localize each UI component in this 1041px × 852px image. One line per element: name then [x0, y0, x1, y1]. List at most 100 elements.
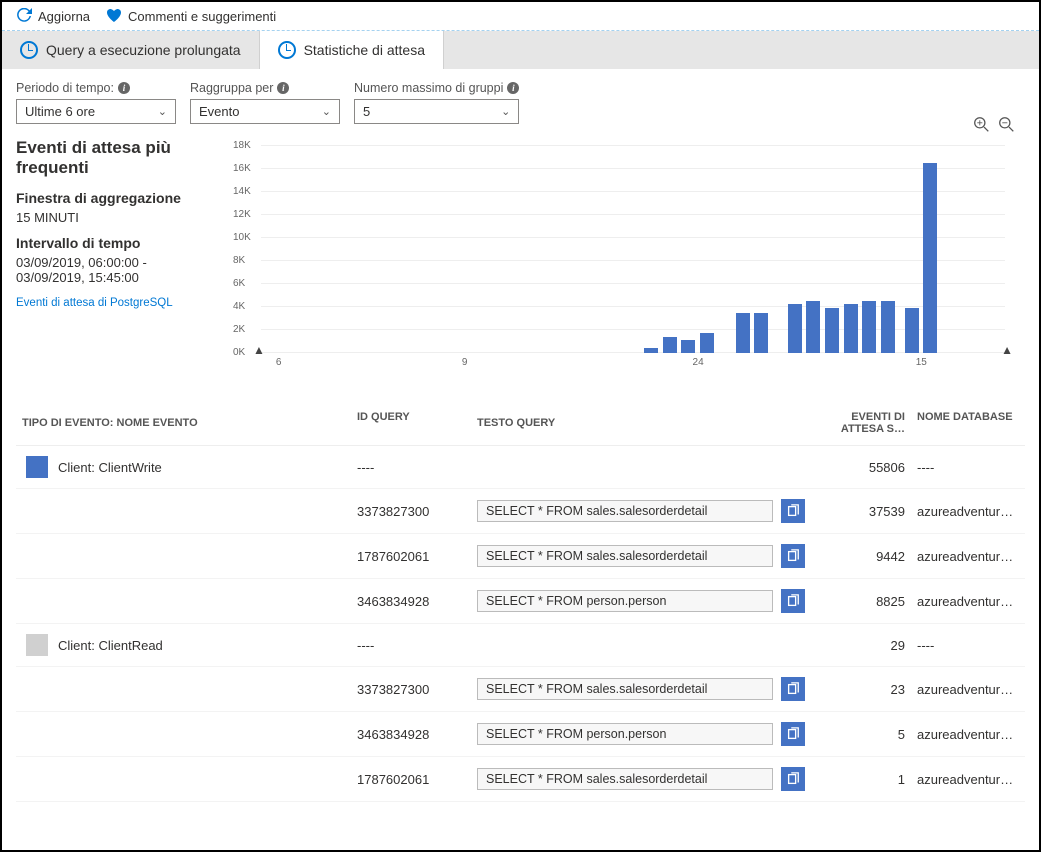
chart-bar[interactable] — [663, 337, 677, 353]
zoom-out-icon[interactable] — [998, 116, 1015, 133]
query-id: 3463834928 — [351, 594, 471, 609]
chart-bar[interactable] — [788, 304, 802, 353]
chart-bar[interactable] — [700, 333, 714, 353]
table-group-row[interactable]: Client: ClientRead----29---- — [16, 624, 1025, 667]
range-handle-left[interactable]: ▲ — [253, 343, 265, 357]
query-text[interactable]: SELECT * FROM person.person — [477, 723, 773, 745]
chart-bar[interactable] — [644, 348, 658, 353]
x-tick: 9 — [462, 357, 468, 368]
col-wait-events[interactable]: EVENTI DI ATTESA S… — [811, 411, 911, 435]
clock-icon — [20, 41, 38, 59]
color-swatch — [26, 456, 48, 478]
table-row[interactable]: 3463834928 SELECT * FROM person.person 5az… — [16, 712, 1025, 757]
table-row[interactable]: 3373827300SELECT * FROM sales.salesorder… — [16, 489, 1025, 534]
time-period-label: Periodo di tempo: — [16, 81, 114, 95]
col-database-name[interactable]: NOME DATABASE — [911, 411, 1025, 435]
info-icon[interactable]: i — [277, 82, 289, 94]
filter-time-period: Periodo di tempo: i Ultime 6 ore ⌄ — [16, 81, 176, 124]
db-cell: ---- — [911, 638, 1025, 653]
tab-long-running-queries[interactable]: Query a esecuzione prolungata — [2, 31, 260, 69]
query-id: 1787602061 — [351, 549, 471, 564]
time-period-select[interactable]: Ultime 6 ore ⌄ — [16, 99, 176, 124]
side-panel: Eventi di attesa più frequenti Finestra … — [16, 138, 211, 371]
x-tick: 15 — [916, 357, 927, 368]
chart-bar[interactable] — [923, 163, 937, 353]
chart-bar[interactable] — [681, 340, 695, 353]
chart-bar[interactable] — [905, 308, 919, 353]
wait-cell: 55806 — [811, 460, 911, 475]
col-query-text[interactable]: TESTO QUERY — [471, 411, 811, 435]
refresh-button[interactable]: Aggiorna — [16, 8, 90, 24]
wait-cell: 29 — [811, 638, 911, 653]
chevron-down-icon: ⌄ — [158, 105, 167, 118]
query-id: 3463834928 — [351, 727, 471, 742]
copy-button[interactable] — [781, 589, 805, 613]
tabs: Query a esecuzione prolungata Statistich… — [2, 31, 1039, 69]
chart-bar[interactable] — [881, 301, 895, 353]
copy-button[interactable] — [781, 677, 805, 701]
info-icon[interactable]: i — [118, 82, 130, 94]
wait-events-chart[interactable]: 0K2K4K6K8K10K12K14K16K18K ▲ ▲ 692415 — [231, 146, 1025, 371]
database-name: azureadventurewor… — [911, 727, 1025, 742]
table-group-row[interactable]: Client: ClientWrite----55806---- — [16, 446, 1025, 489]
col-query-id[interactable]: ID QUERY — [351, 411, 471, 435]
table-header: TIPO DI EVENTO: NOME EVENTO ID QUERY TES… — [16, 401, 1025, 446]
database-name: azureadventurewor… — [911, 772, 1025, 787]
copy-button[interactable] — [781, 499, 805, 523]
chart-bar[interactable] — [862, 301, 876, 353]
info-icon[interactable]: i — [507, 82, 519, 94]
filter-group-by: Raggruppa per i Evento ⌄ — [190, 81, 340, 124]
col-event-type[interactable]: TIPO DI EVENTO: NOME EVENTO — [16, 411, 351, 435]
query-text[interactable]: SELECT * FROM person.person — [477, 590, 773, 612]
copy-button[interactable] — [781, 544, 805, 568]
chart-bar[interactable] — [806, 301, 820, 353]
copy-button[interactable] — [781, 722, 805, 746]
x-tick: 6 — [276, 357, 282, 368]
color-swatch — [26, 634, 48, 656]
agg-window-label: Finestra di aggregazione — [16, 190, 211, 206]
refresh-icon — [16, 8, 32, 24]
table-row[interactable]: 3463834928SELECT * FROM person.person882… — [16, 579, 1025, 624]
agg-window-value: 15 MINUTI — [16, 210, 211, 225]
wait-count: 1 — [811, 772, 911, 787]
chart-bar[interactable] — [825, 308, 839, 353]
chevron-down-icon: ⌄ — [501, 105, 510, 118]
max-groups-select[interactable]: 5 ⌄ — [354, 99, 519, 124]
range-handle-right[interactable]: ▲ — [1001, 343, 1013, 357]
chart-bar[interactable] — [844, 304, 858, 353]
zoom-in-icon[interactable] — [973, 116, 990, 133]
time-range-label: Intervallo di tempo — [16, 235, 211, 251]
filters: Periodo di tempo: i Ultime 6 ore ⌄ Raggr… — [2, 69, 1039, 128]
query-text[interactable]: SELECT * FROM sales.salesorderdetail — [477, 678, 773, 700]
query-text[interactable]: SELECT * FROM sales.salesorderdetail — [477, 545, 773, 567]
copy-button[interactable] — [781, 767, 805, 791]
refresh-label: Aggiorna — [38, 9, 90, 24]
wait-count: 9442 — [811, 549, 911, 564]
postgres-wait-events-link[interactable]: Eventi di attesa di PostgreSQL — [16, 297, 211, 309]
tab-wait-statistics[interactable]: Statistiche di attesa — [260, 31, 444, 69]
table-row[interactable]: 3373827300SELECT * FROM sales.salesorder… — [16, 667, 1025, 712]
heart-icon — [106, 8, 122, 24]
clock-icon — [278, 41, 296, 59]
time-range-value: 03/09/2019, 06:00:00 - 03/09/2019, 15:45… — [16, 255, 211, 285]
content: Eventi di attesa più frequenti Finestra … — [2, 128, 1039, 371]
group-by-select[interactable]: Evento ⌄ — [190, 99, 340, 124]
chart-bar[interactable] — [736, 313, 750, 353]
wait-count: 23 — [811, 682, 911, 697]
query-text[interactable]: SELECT * FROM sales.salesorderdetail — [477, 768, 773, 790]
database-name: azureadventurewor… — [911, 682, 1025, 697]
db-cell: ---- — [911, 460, 1025, 475]
max-groups-label: Numero massimo di gruppi — [354, 81, 503, 95]
group-by-label: Raggruppa per — [190, 81, 273, 95]
event-name: Client: ClientRead — [58, 638, 163, 653]
table-row[interactable]: 1787602061SELECT * FROM sales.salesorder… — [16, 757, 1025, 802]
wait-count: 5 — [811, 727, 911, 742]
feedback-label: Commenti e suggerimenti — [128, 9, 276, 24]
database-name: azureadventurewor… — [911, 594, 1025, 609]
database-name: azureadventurewor… — [911, 504, 1025, 519]
table-row[interactable]: 1787602061 SELECT * FROM sales.salesorder… — [16, 534, 1025, 579]
query-text[interactable]: SELECT * FROM sales.salesorderdetail — [477, 500, 773, 522]
filter-max-groups: Numero massimo di gruppi i 5 ⌄ — [354, 81, 519, 124]
feedback-button[interactable]: Commenti e suggerimenti — [106, 8, 276, 24]
chart-bar[interactable] — [754, 313, 768, 353]
